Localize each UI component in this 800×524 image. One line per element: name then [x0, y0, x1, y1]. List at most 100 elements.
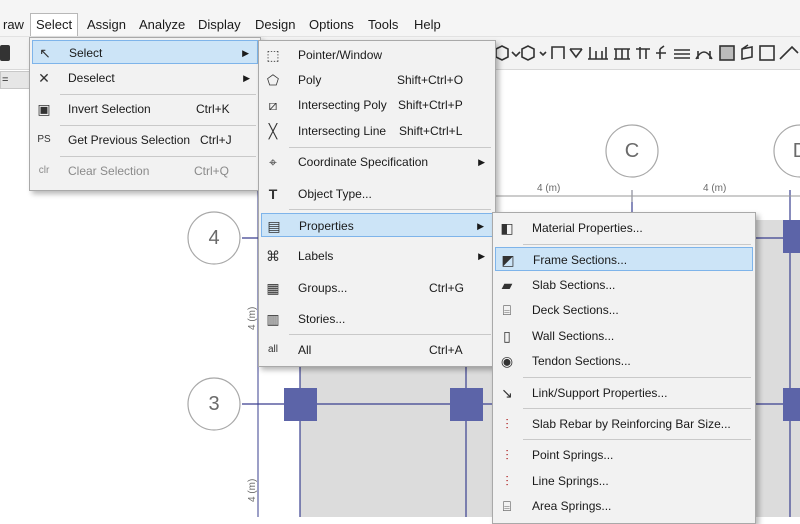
menu-separator [523, 439, 751, 440]
menu-item-point-springs[interactable]: ⫶ Point Springs... [495, 443, 753, 467]
menu-draw[interactable]: raw [0, 14, 29, 36]
grid-bubble-label-3: 3 [208, 393, 220, 415]
deck-icon [674, 49, 690, 59]
slab-rebar-icon: ⫶ [505, 416, 509, 432]
menu-separator [60, 125, 256, 126]
wall-sections-icon: ▯ [503, 328, 511, 344]
cube-icon [495, 45, 509, 61]
menu-separator [289, 147, 491, 148]
column-b3 [284, 388, 317, 421]
invert-icon: ▣ [37, 101, 51, 117]
menu-select[interactable]: Select [30, 13, 79, 36]
menu-item-invert-selection[interactable]: ▣ Invert Selection Ctrl+K [32, 97, 258, 121]
groups-icon: ▦ [266, 280, 280, 296]
intersecting-line-icon: ╳ [268, 123, 278, 139]
menu-tools[interactable]: Tools [363, 14, 403, 36]
dimension-label-1: 4 (m) [537, 183, 561, 194]
menu-bar: raw Select Assign Analyze Display Design… [0, 0, 800, 37]
grid-bubble-label-4: 4 [208, 227, 220, 249]
brace-2-icon [656, 45, 666, 59]
menu-item-line-springs[interactable]: ⫶ Line Springs... [495, 469, 753, 493]
menu-item-slab-sections[interactable]: ▰ Slab Sections... [495, 273, 753, 297]
grid-bubble-label-d: D [792, 140, 800, 162]
column-d3 [783, 388, 800, 421]
point-springs-icon: ⫶ [505, 447, 509, 463]
deck-sections-icon: ⌸ [502, 302, 512, 318]
menu-item-labels[interactable]: ⌘ Labels ▶ [261, 244, 493, 268]
properties-icon: ▤ [267, 218, 281, 234]
coordinate-readout: = 76.5 [0, 71, 30, 89]
frame-2-icon [636, 47, 650, 59]
menu-item-intersecting-line[interactable]: ╳ Intersecting Line Shift+Ctrl+L [261, 119, 493, 143]
menu-item-coordinate-specification[interactable]: ⌖ Coordinate Specification ▶ [261, 150, 493, 174]
menu-item-slab-rebar[interactable]: ⫶ Slab Rebar by Reinforcing Bar Size... [495, 412, 753, 436]
dimension-label-2: 4 (m) [703, 183, 727, 194]
menu-separator [523, 377, 751, 378]
menu-separator [60, 94, 256, 95]
menu-assign[interactable]: Assign [82, 14, 131, 36]
submenu-arrow-icon: ▶ [478, 251, 485, 261]
submenu-arrow-icon: ▶ [478, 157, 485, 167]
properties-submenu: ◧ Material Properties... ◩ Frame Section… [492, 212, 756, 524]
menu-design[interactable]: Design [250, 14, 300, 36]
menu-analyze[interactable]: Analyze [134, 14, 190, 36]
menu-item-pointer-window[interactable]: ⬚ Pointer/Window [261, 43, 493, 67]
menu-item-get-previous-selection[interactable]: PS Get Previous Selection Ctrl+J [32, 128, 258, 152]
coordinate-icon: ⌖ [269, 154, 277, 170]
poly-icon: ⬠ [266, 72, 280, 88]
menu-item-deselect[interactable]: ✕ Deselect ▶ [32, 66, 258, 90]
arch-icon [695, 51, 713, 60]
toolbar-lock-icon[interactable] [0, 45, 10, 61]
cube-icon [521, 45, 535, 61]
menu-item-properties[interactable]: ▤ Properties ▶ [261, 213, 493, 237]
slab-icon [719, 45, 735, 61]
menu-item-poly[interactable]: ⬠ Poly Shift+Ctrl+O [261, 68, 493, 92]
menu-item-select[interactable]: ↖ Select ▶ [32, 40, 258, 64]
menu-item-link-support-properties[interactable]: ↘ Link/Support Properties... [495, 381, 753, 405]
menu-separator [289, 334, 491, 335]
menu-item-object-type[interactable]: T Object Type... [261, 182, 493, 206]
submenu-arrow-icon: ▶ [477, 221, 484, 231]
menu-item-deck-sections[interactable]: ⌸ Deck Sections... [495, 298, 753, 322]
menu-item-frame-sections[interactable]: ◩ Frame Sections... [495, 247, 753, 271]
grid-bubble-label-c: C [624, 140, 640, 162]
beams-icon [614, 48, 630, 60]
area-springs-icon: ⌸ [502, 498, 512, 514]
menu-item-wall-sections[interactable]: ▯ Wall Sections... [495, 324, 753, 348]
tendon-sections-icon: ◉ [500, 353, 514, 369]
labels-icon: ⌘ [266, 248, 280, 264]
dropdown-icon [511, 51, 521, 58]
more-icon [779, 45, 799, 60]
clr-icon: clr [38, 165, 50, 176]
menu-item-intersecting-poly[interactable]: ⧄ Intersecting Poly Shift+Ctrl+P [261, 93, 493, 117]
menu-help[interactable]: Help [409, 14, 446, 36]
pointer-window-icon: ⬚ [266, 47, 280, 63]
dimension-label-vertical-2: 4 (m) [247, 478, 258, 502]
menu-options[interactable]: Options [304, 14, 359, 36]
line-springs-icon: ⫶ [505, 473, 509, 489]
menu-separator [523, 244, 751, 245]
all-icon: all [267, 344, 278, 355]
menu-item-groups[interactable]: ▦ Groups... Ctrl+G [261, 276, 493, 300]
column-c3 [450, 388, 483, 421]
frame-icon [551, 46, 565, 59]
menu-item-material-properties[interactable]: ◧ Material Properties... [495, 216, 753, 240]
menu-item-stories[interactable]: ▥ Stories... [261, 307, 493, 331]
menu-item-all[interactable]: all All Ctrl+A [261, 338, 493, 362]
frame-sections-icon: ◩ [501, 252, 515, 268]
submenu-arrow-icon: ▶ [242, 48, 249, 58]
toolbar-icons [495, 44, 799, 61]
menu-separator [60, 156, 256, 157]
column-d4 [783, 220, 800, 253]
menu-item-tendon-sections[interactable]: ◉ Tendon Sections... [495, 349, 753, 373]
intersecting-poly-icon: ⧄ [268, 97, 278, 113]
menu-separator [289, 209, 491, 210]
object-type-icon: T [268, 186, 278, 202]
dropdown-icon [539, 51, 547, 57]
menu-item-clear-selection[interactable]: clr Clear Selection Ctrl+Q [32, 159, 258, 183]
dimension-label-vertical-1: 4 (m) [247, 306, 258, 330]
submenu-arrow-icon: ▶ [243, 73, 250, 83]
menu-item-area-springs[interactable]: ⌸ Area Springs... [495, 494, 753, 518]
menu-display[interactable]: Display [193, 14, 246, 36]
ps-icon: PS [37, 134, 51, 145]
